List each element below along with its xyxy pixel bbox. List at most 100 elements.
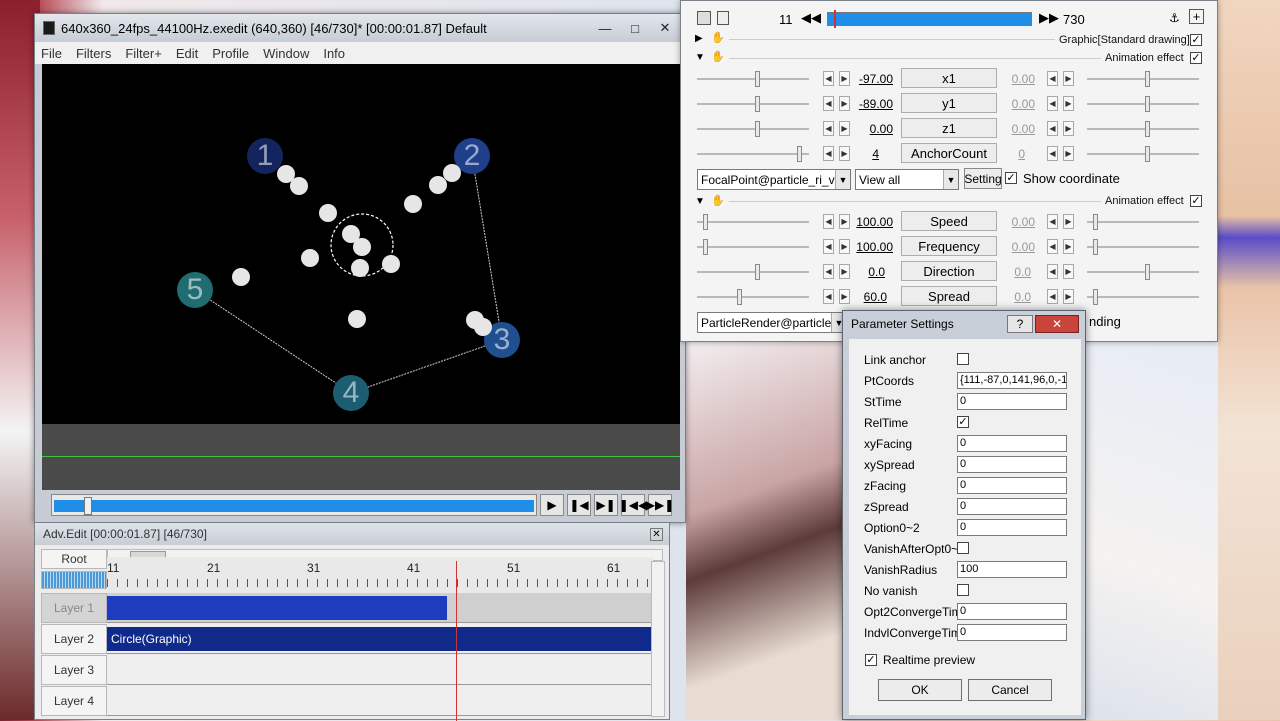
layer-2-track[interactable]: Circle(Graphic) xyxy=(107,624,653,654)
graphic-enable-checkbox[interactable]: ✓ xyxy=(1190,34,1202,46)
frame-slider[interactable] xyxy=(827,10,1032,28)
minimize-icon[interactable]: — xyxy=(591,18,619,38)
anchor-4[interactable]: 4 xyxy=(333,375,369,411)
x1-value[interactable]: -97.00 xyxy=(847,72,893,86)
anchorcount-value[interactable]: 4 xyxy=(833,147,879,161)
param-checkbox[interactable] xyxy=(957,542,969,554)
decrement-icon[interactable]: ◀ xyxy=(823,96,834,111)
menu-window[interactable]: Window xyxy=(263,46,309,61)
show-coordinate-checkbox[interactable]: ✓ xyxy=(1005,172,1017,184)
increment-icon[interactable]: ▶ xyxy=(1063,264,1074,279)
setting-button[interactable]: Setting xyxy=(964,168,1002,189)
spread-value[interactable]: 60.0 xyxy=(841,290,887,304)
decrement-icon[interactable]: ◀ xyxy=(823,264,834,279)
seek-slider[interactable] xyxy=(51,494,537,516)
z1-value[interactable]: 0.00 xyxy=(847,122,893,136)
anchorcount-slider[interactable] xyxy=(697,146,809,162)
direction-button[interactable]: Direction xyxy=(901,261,997,281)
direction-value[interactable]: 0.0 xyxy=(839,265,885,279)
rewind-icon[interactable]: ◀◀ xyxy=(801,10,821,26)
increment-icon[interactable]: ▶ xyxy=(1063,146,1074,161)
close-icon[interactable]: ✕ xyxy=(650,528,663,541)
direction-end-slider[interactable] xyxy=(1087,264,1199,280)
layer-1-clip[interactable] xyxy=(107,596,447,620)
ok-button[interactable]: OK xyxy=(878,679,962,701)
main-titlebar[interactable]: 640x360_24fps_44100Hz.exedit (640,360) [… xyxy=(35,14,685,42)
menu-filters[interactable]: Filters xyxy=(76,46,111,61)
close-icon[interactable]: ✕ xyxy=(651,18,679,38)
playhead-line[interactable] xyxy=(456,561,457,721)
play-icon[interactable]: ▶ xyxy=(540,494,564,516)
layer-3-label[interactable]: Layer 3 xyxy=(41,655,107,685)
spread-button[interactable]: Spread xyxy=(901,286,997,306)
frequency-end-value[interactable]: 0.00 xyxy=(989,240,1035,254)
param-input[interactable]: 0 xyxy=(957,393,1067,410)
particle-render-dropdown[interactable]: ParticleRender@particle ▼ xyxy=(697,312,847,333)
y1-end-value[interactable]: 0.00 xyxy=(989,97,1035,111)
collapse-anim-icon[interactable]: ▼ xyxy=(695,52,705,63)
anchor-icon[interactable]: ⚓ xyxy=(1169,11,1180,25)
anchorcount-end-slider[interactable] xyxy=(1087,146,1199,162)
increment-icon[interactable]: ▶ xyxy=(1063,121,1074,136)
x1-slider[interactable] xyxy=(697,71,809,87)
layer-4-track[interactable] xyxy=(107,686,653,716)
add-filter-icon[interactable]: + xyxy=(1189,9,1204,24)
z1-end-slider[interactable] xyxy=(1087,121,1199,137)
speed-button[interactable]: Speed xyxy=(901,211,997,231)
fast-forward-icon[interactable]: ▶▶ xyxy=(1039,10,1059,26)
layer-icon[interactable] xyxy=(717,11,729,25)
x1-button[interactable]: x1 xyxy=(901,68,997,88)
timeline-title[interactable]: Adv.Edit [00:00:01.87] [46/730] xyxy=(35,523,669,545)
menu-profile[interactable]: Profile xyxy=(212,46,249,61)
layer-1-track[interactable] xyxy=(107,593,653,623)
root-button[interactable]: Root xyxy=(41,549,107,569)
decrement-icon[interactable]: ◀ xyxy=(1047,214,1058,229)
layer-2-clip[interactable]: Circle(Graphic) xyxy=(107,627,653,651)
video-preview[interactable]: 1 2 3 4 5 xyxy=(42,64,680,424)
frequency-end-slider[interactable] xyxy=(1087,239,1199,255)
param-input[interactable]: 0 xyxy=(957,435,1067,452)
vertical-scrollbar[interactable] xyxy=(651,561,665,717)
z1-slider[interactable] xyxy=(697,121,809,137)
increment-icon[interactable]: ▶ xyxy=(1063,289,1074,304)
decrement-icon[interactable]: ◀ xyxy=(1047,96,1058,111)
realtime-preview-checkbox[interactable]: ✓ xyxy=(865,654,877,666)
param-input[interactable]: 0 xyxy=(957,519,1067,536)
param-input[interactable]: 0 xyxy=(957,477,1067,494)
x1-end-value[interactable]: 0.00 xyxy=(989,72,1035,86)
param-input[interactable]: 0 xyxy=(957,456,1067,473)
step-forward-icon[interactable]: ▶❚ xyxy=(594,494,618,516)
seek-thumb[interactable] xyxy=(84,497,92,515)
y1-end-slider[interactable] xyxy=(1087,96,1199,112)
increment-icon[interactable]: ▶ xyxy=(1063,239,1074,254)
param-input[interactable]: {111,-87,0,141,96,0,-1 xyxy=(957,372,1067,389)
step-back-icon[interactable]: ❚◀ xyxy=(567,494,591,516)
decrement-icon[interactable]: ◀ xyxy=(1047,264,1058,279)
increment-icon[interactable]: ▶ xyxy=(1063,214,1074,229)
menu-edit[interactable]: Edit xyxy=(176,46,198,61)
param-checkbox[interactable] xyxy=(957,353,969,365)
param-input[interactable]: 0 xyxy=(957,624,1067,641)
view-dropdown[interactable]: View all ▼ xyxy=(855,169,959,190)
decrement-icon[interactable]: ◀ xyxy=(1047,239,1058,254)
param-input[interactable]: 100 xyxy=(957,561,1067,578)
param-input[interactable]: 0 xyxy=(957,603,1067,620)
decrement-icon[interactable]: ◀ xyxy=(823,121,834,136)
spread-slider[interactable] xyxy=(697,289,809,305)
speed-value[interactable]: 100.00 xyxy=(847,215,893,229)
timeline-ruler[interactable]: 11 21 31 41 51 61 xyxy=(107,557,653,593)
decrement-icon[interactable]: ◀ xyxy=(1047,146,1058,161)
menu-filter-plus[interactable]: Filter+ xyxy=(125,46,161,61)
spread-end-slider[interactable] xyxy=(1087,289,1199,305)
focal-point-dropdown[interactable]: FocalPoint@particle_ri_v ▼ xyxy=(697,169,851,190)
param-input[interactable]: 0 xyxy=(957,498,1067,515)
decrement-icon[interactable]: ◀ xyxy=(823,239,834,254)
increment-icon[interactable]: ▶ xyxy=(1063,71,1074,86)
menu-file[interactable]: File xyxy=(41,46,62,61)
z1-button[interactable]: z1 xyxy=(901,118,997,138)
skip-end-icon[interactable]: ▶▶❚ xyxy=(646,494,674,516)
y1-value[interactable]: -89.00 xyxy=(847,97,893,111)
skip-start-icon[interactable]: ❚◀◀ xyxy=(619,494,647,516)
layer-2-label[interactable]: Layer 2 xyxy=(41,624,107,654)
decrement-icon[interactable]: ◀ xyxy=(1047,71,1058,86)
